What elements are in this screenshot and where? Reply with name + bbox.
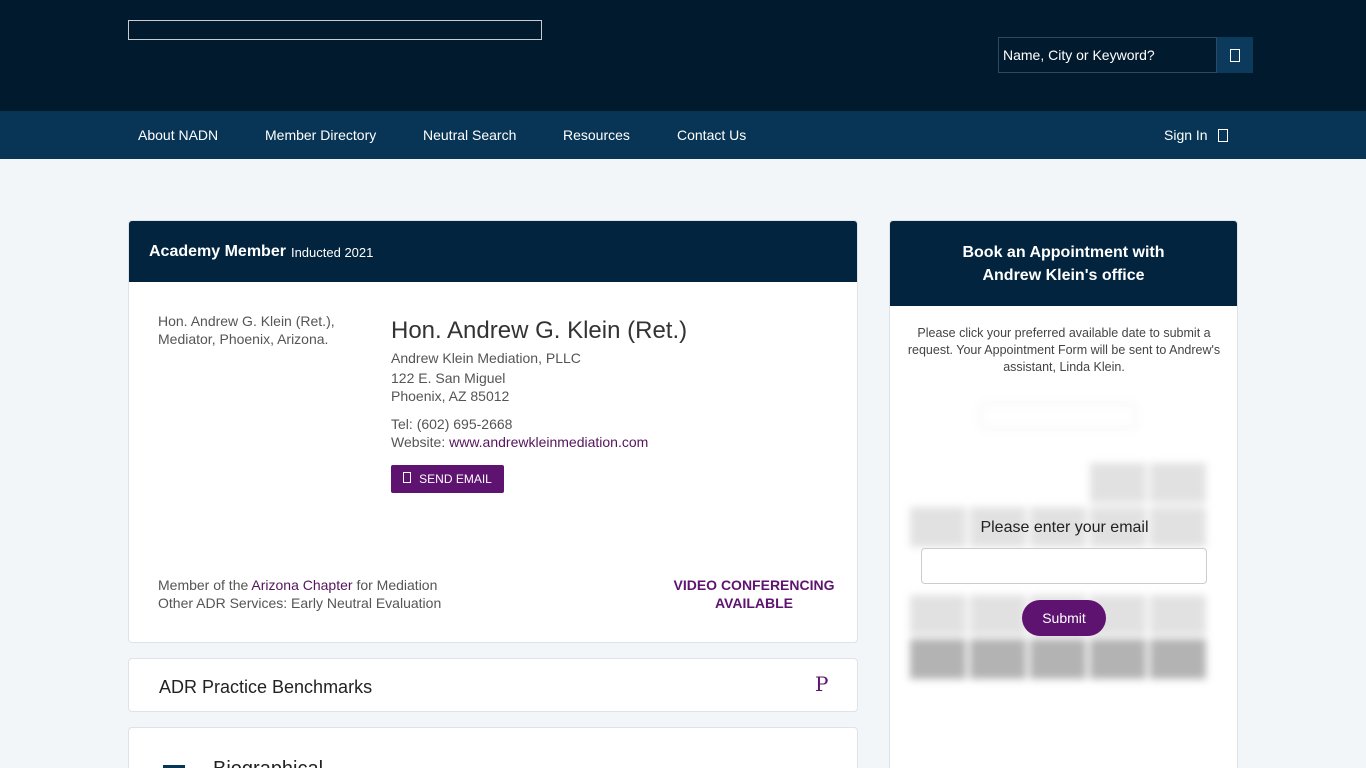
envelope-icon (403, 471, 412, 483)
video-conferencing-badge: VIDEO CONFERENCING AVAILABLE (659, 576, 849, 612)
send-email-button[interactable]: SEND EMAIL (391, 465, 504, 493)
member-level: Academy Member (149, 242, 286, 260)
calendar-day (1090, 463, 1146, 503)
search-icon (1230, 48, 1240, 62)
biographical-panel[interactable]: Biographical (128, 727, 858, 768)
other-adr-services: Other ADR Services: Early Neutral Evalua… (158, 595, 442, 611)
chapter-membership: Member of the Arizona Chapter for Mediat… (158, 577, 437, 593)
address-line-1: 122 E. San Miguel (391, 370, 506, 386)
website-label: Website: (391, 434, 446, 450)
profile-card-header: Academy Member Inducted 2021 (129, 221, 857, 282)
adr-benchmarks-panel[interactable]: ADR Practice Benchmarks P (128, 658, 858, 712)
calendar-day (1150, 639, 1206, 679)
calendar-day (1150, 463, 1206, 503)
chapter-link[interactable]: Arizona Chapter (251, 577, 352, 593)
member-profile-card: Academy Member Inducted 2021 Hon. Andrew… (128, 220, 858, 643)
send-email-label: SEND EMAIL (419, 472, 492, 486)
firm-name: Andrew Klein Mediation, PLLC (391, 350, 581, 366)
phone-label: Tel: (391, 416, 413, 432)
nav-member-directory[interactable]: Member Directory (265, 111, 376, 159)
member-photo: Hon. Andrew G. Klein (Ret.), Mediator, P… (158, 313, 335, 347)
submit-button[interactable]: Submit (1022, 600, 1106, 636)
nav-resources[interactable]: Resources (563, 111, 630, 159)
benchmarks-title: ADR Practice Benchmarks (159, 677, 373, 697)
booking-title-line-2: Andrew Klein's office (982, 266, 1145, 284)
sign-in-label: Sign In (1164, 127, 1208, 143)
calendar-day (910, 639, 966, 679)
booking-title-line-1: Book an Appointment with (962, 243, 1165, 261)
calendar-day (1030, 639, 1086, 679)
calendar-day (910, 595, 966, 635)
user-icon (1217, 128, 1228, 142)
site-header (0, 0, 1366, 111)
calendar-day (1150, 595, 1206, 635)
video-line-1: VIDEO CONFERENCING (673, 577, 835, 593)
phone-number[interactable]: (602) 695-2668 (417, 416, 513, 432)
email-prompt: Please enter your email (980, 519, 1149, 536)
member-suffix: for Mediation (356, 577, 438, 593)
sign-in-link[interactable]: Sign In (1164, 111, 1228, 159)
member-prefix: Member of the (158, 577, 249, 593)
calendar-day (970, 639, 1026, 679)
nav-contact-us[interactable]: Contact Us (677, 111, 746, 159)
bio-title: Biographical (213, 758, 323, 768)
induction-year: Inducted 2021 (290, 245, 374, 260)
site-logo[interactable] (128, 20, 542, 40)
website-link[interactable]: www.andrewkleinmediation.com (449, 434, 648, 450)
search-button[interactable] (1217, 37, 1253, 73)
phone-line: Tel: (602) 695-2668 (391, 416, 512, 432)
booking-panel: Book an Appointment with Andrew Klein's … (889, 220, 1238, 768)
benchmarks-icon: P (815, 672, 829, 696)
booking-email-input[interactable] (921, 548, 1207, 584)
booking-instructions: Please click your preferred available da… (907, 326, 1221, 374)
member-name: Hon. Andrew G. Klein (Ret.) (391, 317, 688, 344)
main-nav: About NADN Member Directory Neutral Sear… (0, 111, 1366, 159)
nav-neutral-search[interactable]: Neutral Search (423, 111, 516, 159)
video-line-2: AVAILABLE (714, 595, 794, 611)
calendar-day (1090, 639, 1146, 679)
address-line-2: Phoenix, AZ 85012 (391, 388, 510, 404)
calendar-month-select (980, 403, 1136, 429)
website-line: Website: www.andrewkleinmediation.com (391, 434, 648, 450)
search-bar (998, 37, 1253, 73)
search-input[interactable] (998, 37, 1217, 73)
booking-header: Book an Appointment with Andrew Klein's … (890, 221, 1237, 306)
calendar-day (970, 595, 1026, 635)
nav-about-nadn[interactable]: About NADN (138, 111, 218, 159)
